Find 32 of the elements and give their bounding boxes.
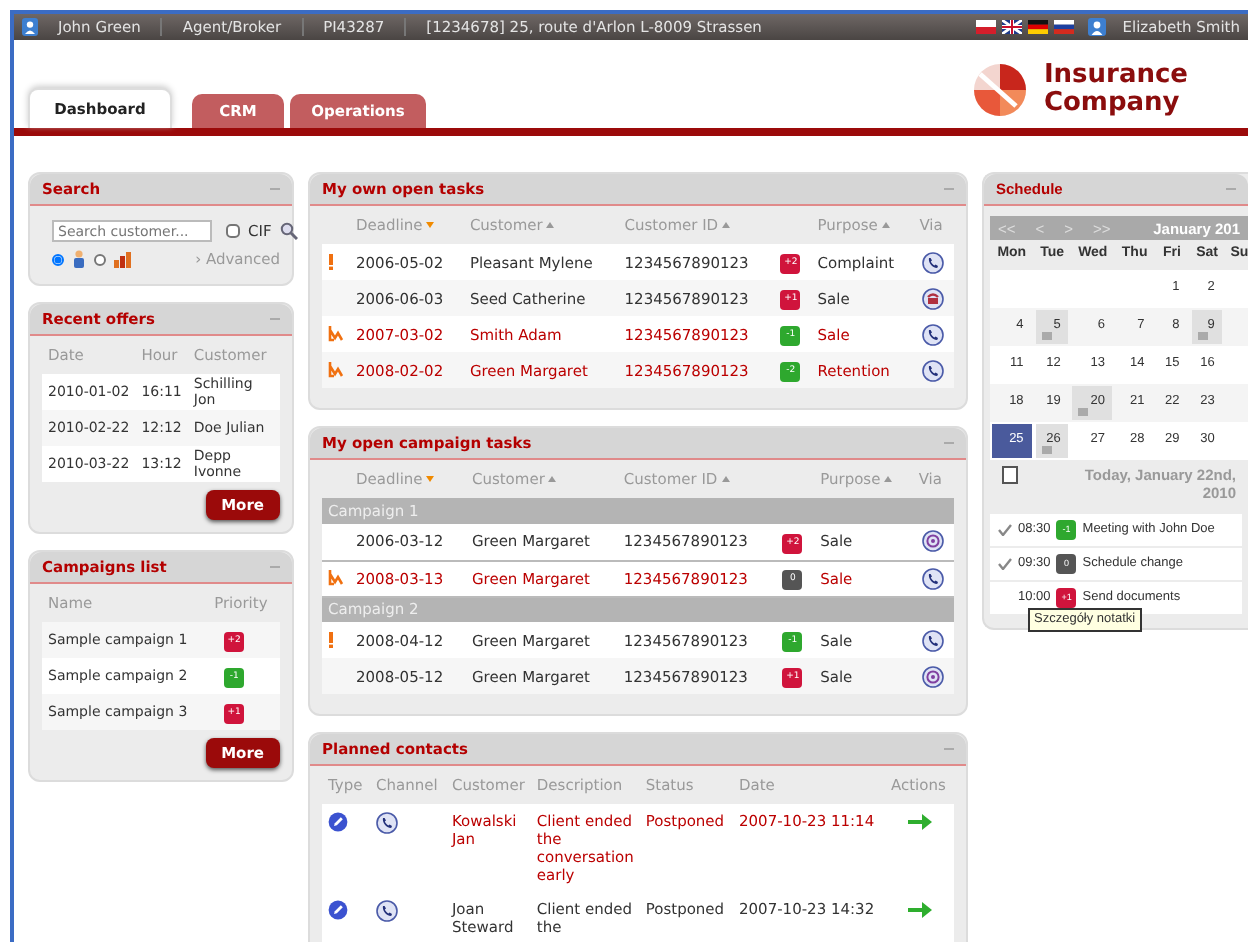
search-icon[interactable] [279,222,298,240]
mode-radio[interactable] [94,253,106,265]
sort-icon[interactable] [722,222,731,229]
note-icon [1078,408,1089,416]
edit-icon[interactable] [328,900,348,920]
edit-icon[interactable] [328,812,348,832]
flag-icon[interactable] [1054,20,1075,34]
sort-icon[interactable] [426,222,435,229]
mode-radio[interactable] [52,253,64,265]
arrow-icon[interactable] [907,900,932,920]
arrow-icon[interactable] [907,812,932,832]
flag-icon[interactable] [976,20,997,34]
logo-text: Insurance [1043,62,1188,90]
cif-checkbox[interactable] [226,224,240,238]
sort-icon[interactable] [426,476,435,483]
sort-icon[interactable] [546,222,555,229]
flag-icon[interactable] [1002,20,1023,34]
sort-icon[interactable] [881,222,890,229]
note-icon [1041,446,1052,454]
sort-icon[interactable] [548,476,557,483]
user-icon [22,18,38,36]
notepad-icon[interactable] [1002,466,1018,484]
sort-icon[interactable] [721,476,730,483]
logo-icon [971,62,1028,118]
logo-text: Company [1043,90,1182,118]
check-icon [998,524,1012,536]
note-icon [1041,332,1052,340]
note-icon [1197,332,1208,340]
flag-icon[interactable] [1028,20,1049,34]
user-icon [1088,18,1107,36]
check-icon [998,558,1012,570]
sort-icon[interactable] [884,476,893,483]
